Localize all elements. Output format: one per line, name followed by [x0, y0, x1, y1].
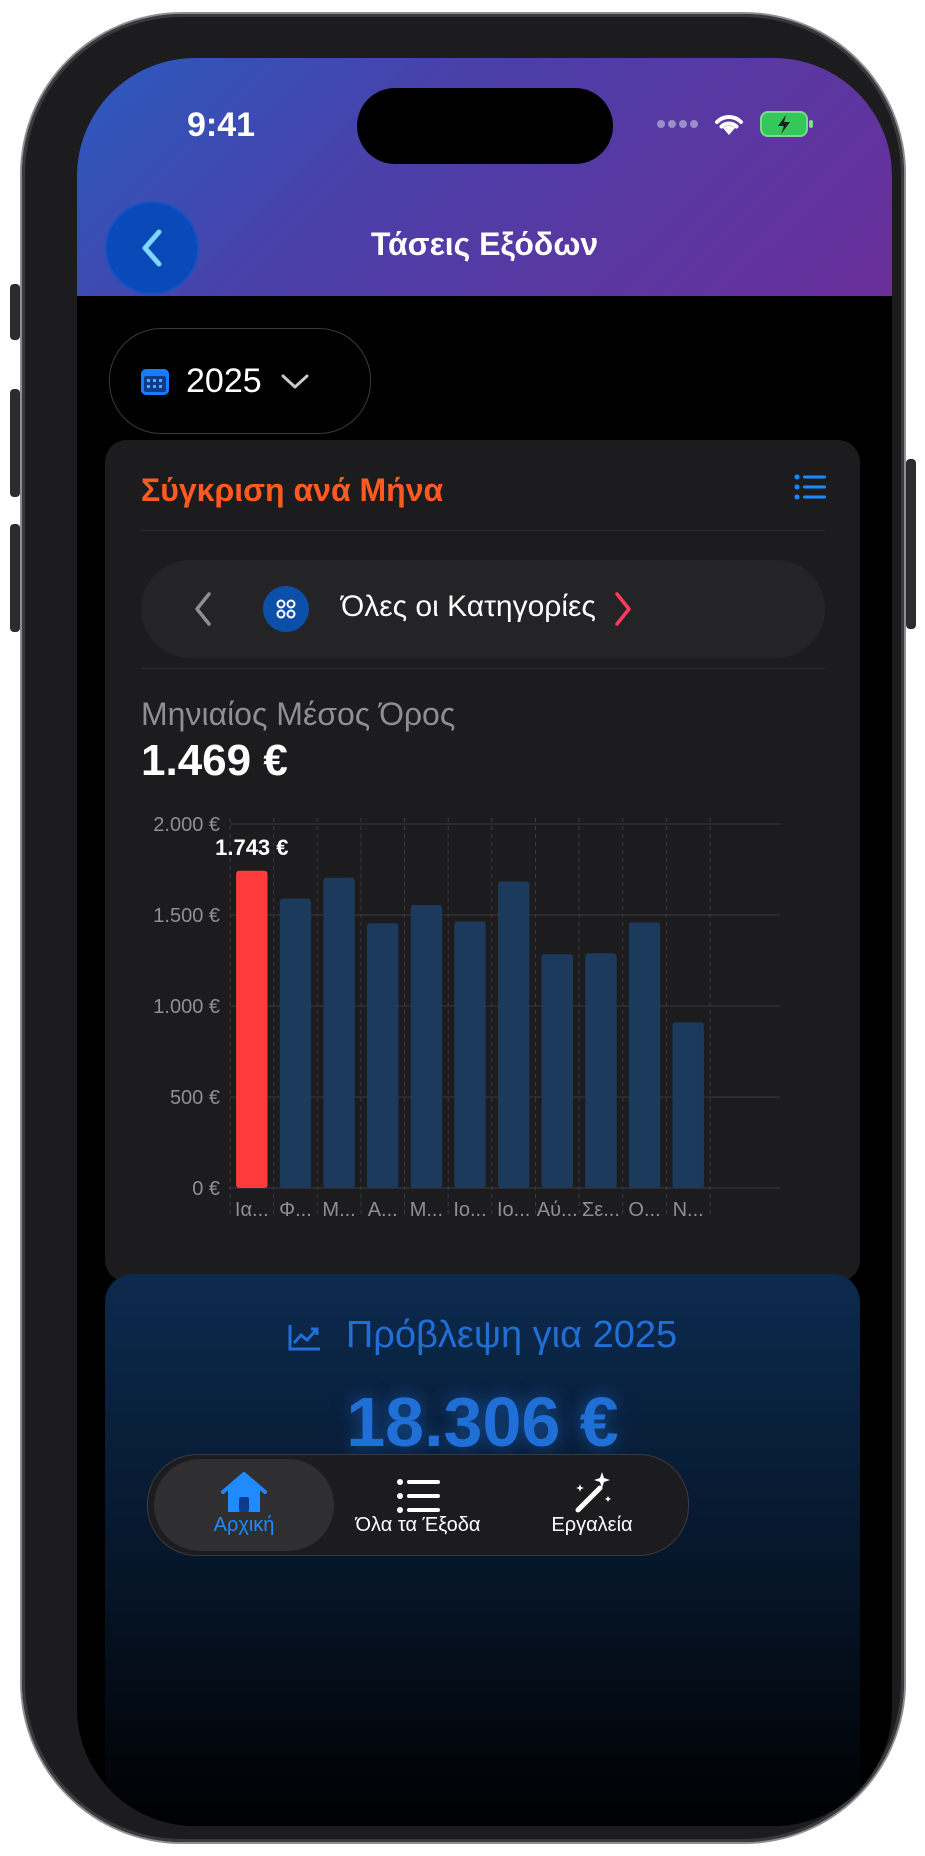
header: 9:41 Τάσεις Εξόδων — [77, 58, 892, 296]
forecast-value: 18.306 € — [346, 1383, 619, 1461]
bar — [367, 923, 399, 1188]
card-title: Σύγκριση ανά Μήνα — [141, 472, 444, 508]
y-tick-label: 2.000 € — [153, 814, 220, 836]
year-selector[interactable]: 2025 — [109, 328, 371, 434]
dynamic-island — [357, 88, 613, 164]
x-tick-label: Μ... — [410, 1199, 443, 1221]
bar-highlighted — [236, 870, 268, 1188]
x-tick-label: Α... — [368, 1199, 398, 1221]
bar — [279, 898, 312, 1188]
wifi-icon — [715, 115, 743, 135]
x-tick-label: Ια... — [235, 1199, 269, 1221]
calendar-icon — [141, 369, 169, 395]
divider — [141, 530, 825, 531]
page-title: Τάσεις Εξόδων — [370, 226, 599, 262]
y-tick-label: 0 € — [192, 1178, 220, 1200]
bar — [497, 881, 530, 1188]
tab-all-expenses[interactable]: Όλα τα Έξοδα — [328, 1459, 508, 1551]
tab-home[interactable]: Αρχική — [154, 1459, 334, 1551]
bar — [323, 877, 355, 1188]
next-category-button[interactable] — [611, 590, 635, 628]
signal-icon — [657, 120, 698, 128]
power-button — [906, 459, 916, 629]
x-tick-label: Μ... — [322, 1199, 355, 1221]
x-tick-label: Ο... — [628, 1199, 660, 1221]
x-tick-label: Φ... — [279, 1199, 312, 1221]
tab-all-expenses-label: Όλα τα Έξοδα — [355, 1514, 481, 1536]
prev-category-button[interactable] — [191, 590, 215, 628]
category-switcher: Όλες οι Κατηγορίες — [141, 560, 825, 658]
highlight-value-label: 1.743 € — [215, 835, 288, 860]
forecast-title-text: Πρόβλεψη για 2025 — [345, 1314, 678, 1356]
x-tick-label: Ν... — [673, 1199, 704, 1221]
bar — [410, 904, 443, 1188]
divider — [141, 668, 825, 669]
status-time: 9:41 — [187, 106, 256, 144]
monthly-bar-chart: 0 € 500 € 1.000 € 1.500 € 2.000 € Ια... Φ... Μ.… — [153, 814, 780, 1221]
trend-chart-icon — [288, 1324, 320, 1351]
x-tick-label: Σε... — [582, 1199, 620, 1221]
x-tick-label: Αύ... — [537, 1199, 578, 1221]
volume-up-button — [10, 389, 20, 497]
year-value: 2025 — [186, 361, 262, 400]
bar — [541, 954, 573, 1188]
screen: 9:41 Τάσεις Εξόδων 2025 Σύγκριση ανά Μήν… — [77, 58, 892, 1826]
chevron-down-icon — [281, 374, 309, 389]
phone-frame: 9:41 Τάσεις Εξόδων 2025 Σύγκριση ανά Μήν… — [10, 14, 916, 1842]
list-icon — [397, 1479, 440, 1513]
list-view-icon[interactable] — [794, 474, 826, 500]
monthly-average-label: Μηνιαίος Μέσος Όρος — [141, 696, 456, 732]
tab-home-label: Αρχική — [213, 1514, 275, 1536]
forecast-title: Πρόβλεψη για 2025 — [105, 1314, 860, 1357]
volume-down-button — [10, 524, 20, 632]
tab-tools[interactable]: Εργαλεία — [502, 1459, 682, 1551]
y-tick-label: 1.000 € — [153, 996, 220, 1018]
monthly-comparison-card: Σύγκριση ανά Μήνα Όλες οι Κατηγορίες Μην… — [105, 440, 860, 1282]
monthly-average-value: 1.469 € — [141, 736, 288, 785]
bar — [454, 921, 486, 1188]
x-tick-label: Ιο... — [497, 1199, 530, 1221]
tab-bar: Αρχική Όλα τα Έξοδα Εργαλεία — [147, 1454, 689, 1556]
battery-charging-icon — [760, 111, 813, 137]
category-label: Όλες οι Κατηγορίες — [341, 590, 596, 623]
x-tick-label: Ιο... — [453, 1199, 486, 1221]
status-icons — [656, 110, 814, 138]
y-tick-label: 500 € — [170, 1087, 220, 1109]
magic-wand-icon — [575, 1472, 611, 1513]
bar — [585, 953, 617, 1188]
action-button — [10, 284, 20, 340]
bar — [628, 922, 661, 1188]
house-icon — [221, 1472, 267, 1512]
y-tick-label: 1.500 € — [153, 905, 220, 927]
categories-grid-icon — [263, 586, 309, 632]
bar — [672, 1022, 704, 1188]
tab-tools-label: Εργαλεία — [551, 1514, 633, 1536]
